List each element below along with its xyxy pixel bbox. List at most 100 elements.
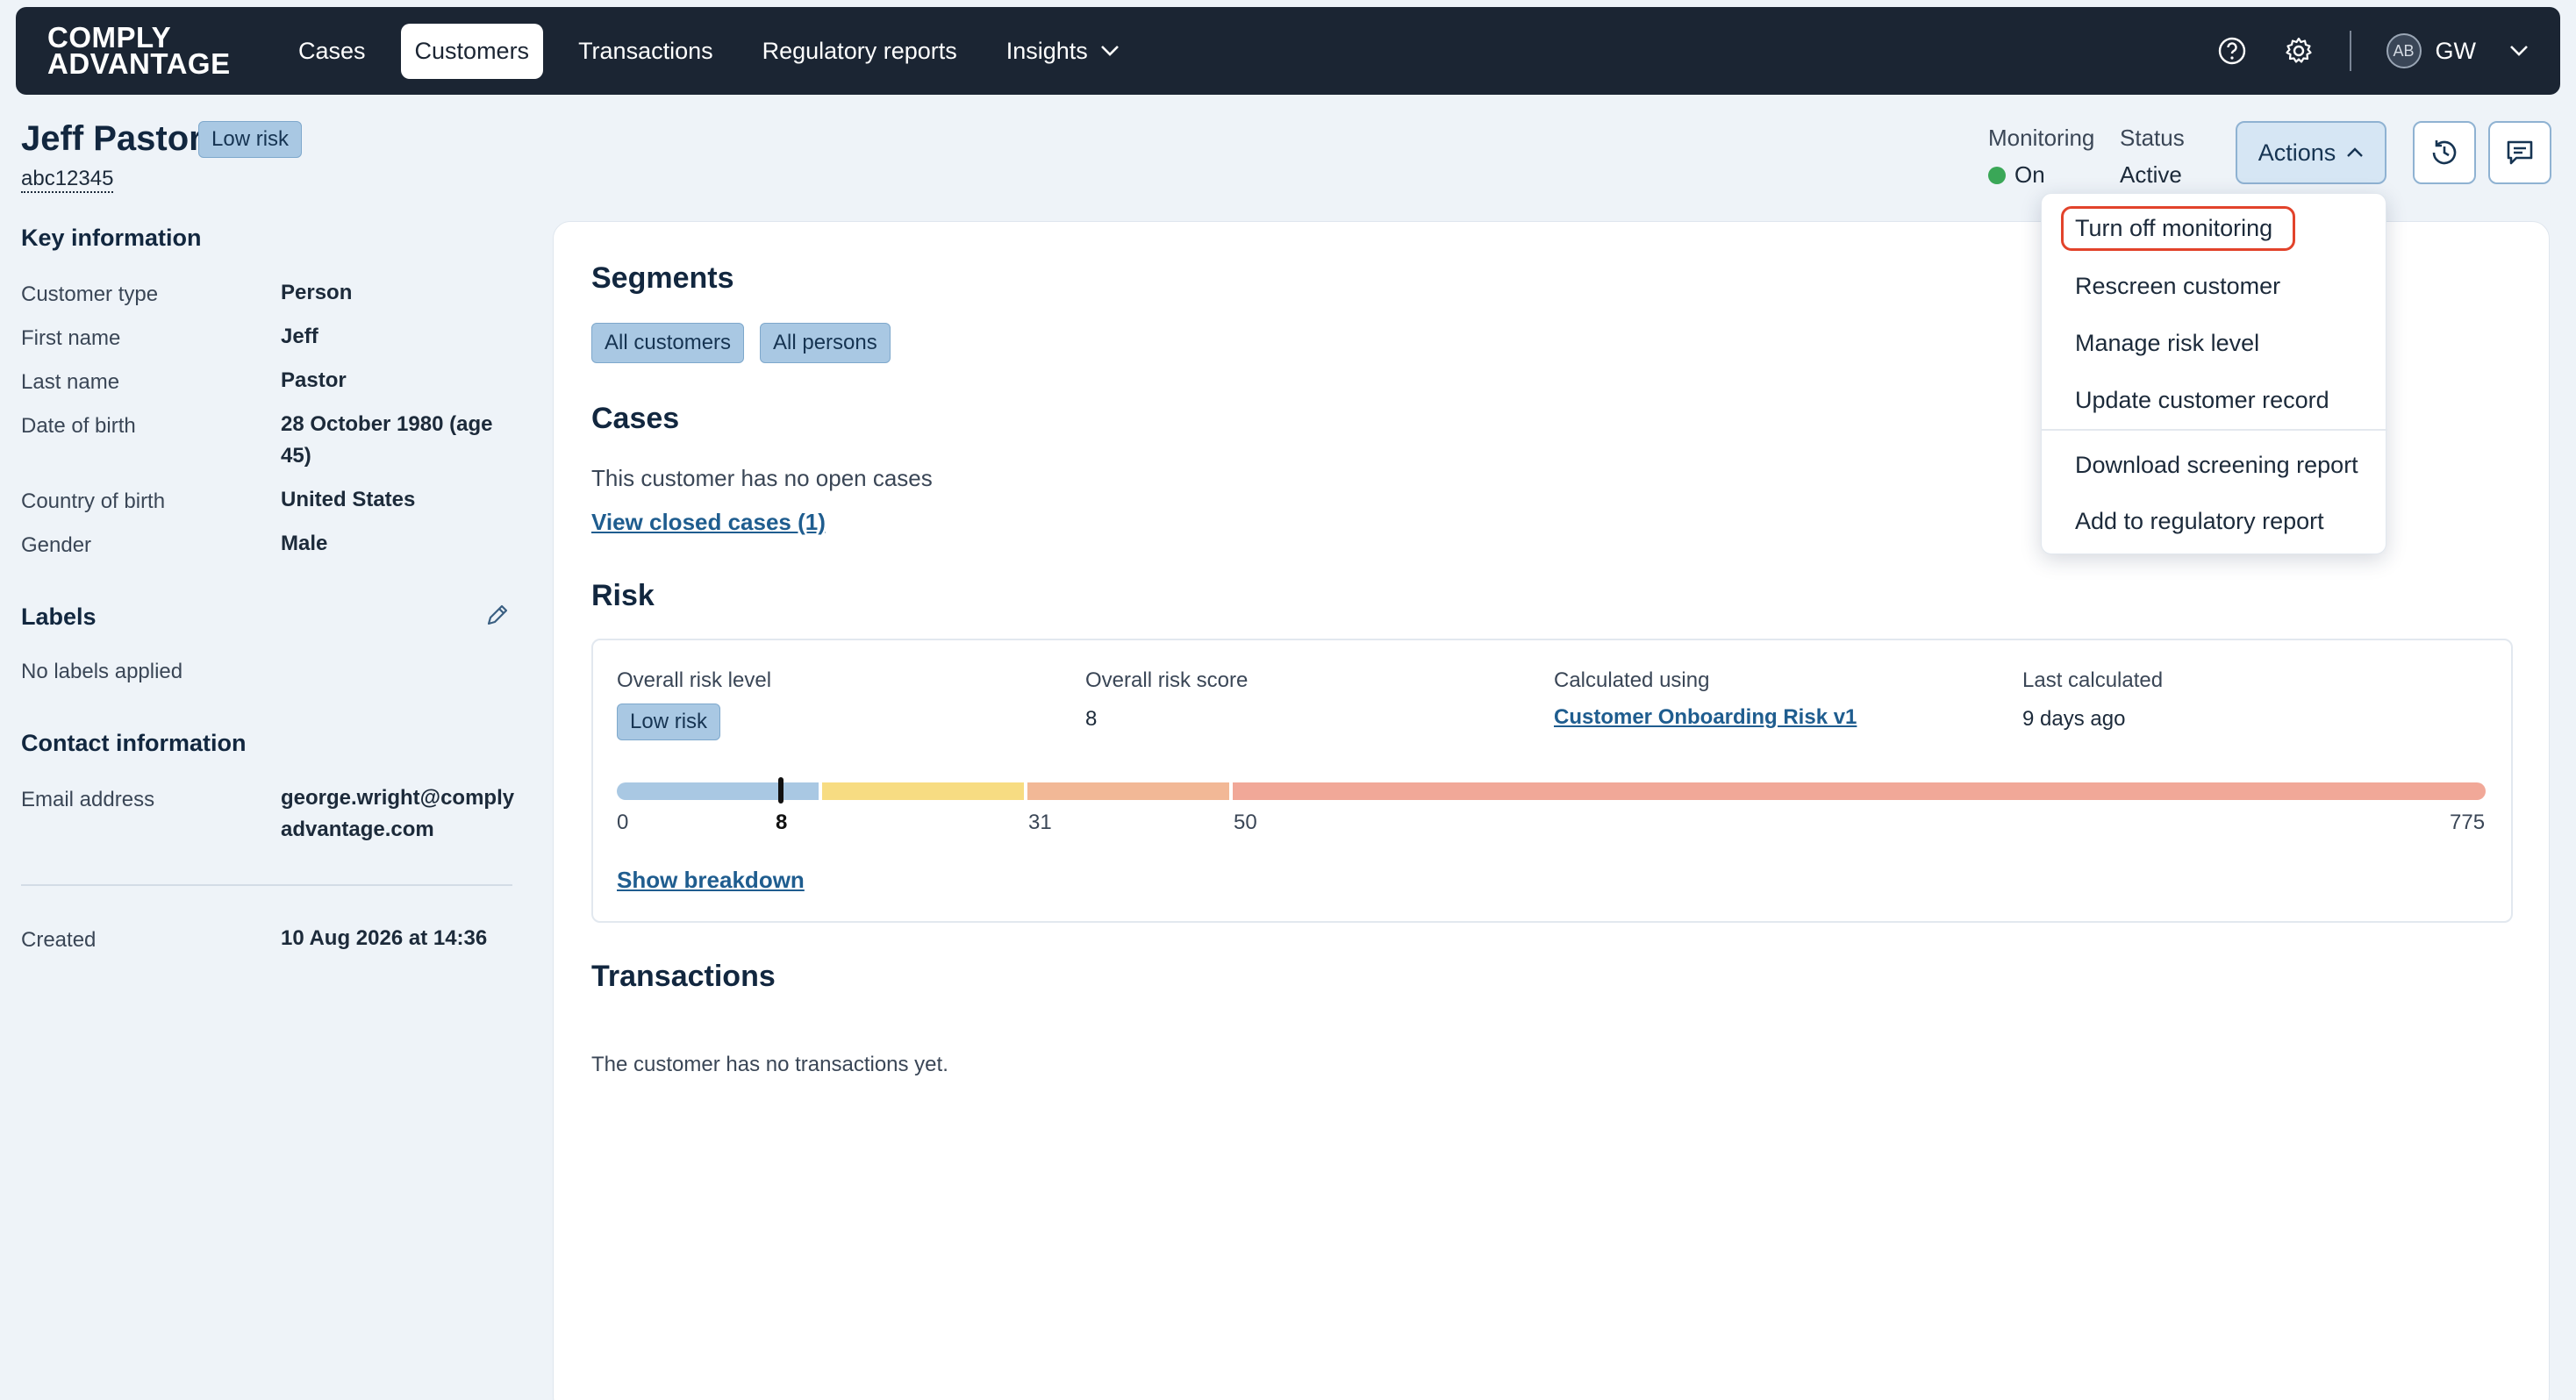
gear-icon[interactable] bbox=[2283, 35, 2315, 67]
history-button[interactable] bbox=[2413, 121, 2476, 184]
overall-risk-level-badge: Low risk bbox=[617, 704, 721, 740]
risk-tick: 50 bbox=[1234, 811, 1257, 834]
actions-button[interactable]: Actions bbox=[2236, 121, 2386, 184]
menu-item-update-customer-record[interactable]: Update customer record bbox=[2061, 378, 2343, 423]
comment-icon bbox=[2507, 140, 2533, 165]
risk-bar-high bbox=[1027, 782, 1229, 800]
risk-panel bbox=[591, 639, 2513, 923]
last-calculated-label: Last calculated bbox=[2022, 668, 2164, 692]
pencil-icon bbox=[487, 604, 508, 625]
nav-item-transactions[interactable]: Transactions bbox=[564, 24, 727, 79]
calculated-using-label: Calculated using bbox=[1554, 668, 1710, 692]
first-name-label: First name bbox=[21, 326, 121, 350]
calculated-using-link[interactable]: Customer Onboarding Risk v1 bbox=[1554, 705, 1857, 730]
nav-item-insights[interactable]: Insights bbox=[992, 24, 1134, 79]
menu-item-manage-risk-level[interactable]: Manage risk level bbox=[2061, 321, 2273, 366]
risk-tick: 31 bbox=[1028, 811, 1052, 834]
history-icon bbox=[2432, 140, 2457, 165]
risk-tick: 775 bbox=[2450, 811, 2486, 834]
edit-labels-button[interactable] bbox=[484, 602, 511, 632]
monitoring-value-text: On bbox=[2014, 161, 2045, 188]
risk-score-marker bbox=[778, 777, 784, 804]
date-of-birth-label: Date of birth bbox=[21, 414, 136, 438]
menu-item-rescreen-customer[interactable]: Rescreen customer bbox=[2061, 264, 2294, 309]
nav-item-label: Insights bbox=[1005, 37, 1088, 64]
overall-risk-score-label: Overall risk score bbox=[1085, 668, 1249, 692]
actions-label: Actions bbox=[2258, 139, 2336, 166]
last-name-value: Pastor bbox=[281, 368, 347, 392]
customer-name: Jeff Pastor bbox=[21, 119, 203, 158]
gender-label: Gender bbox=[21, 533, 92, 557]
created-value: 10 Aug 2026 at 14:36 bbox=[281, 926, 488, 950]
risk-score-bar bbox=[617, 777, 2486, 804]
nav-item-label: Regulatory reports bbox=[762, 37, 957, 64]
customer-type-label: Customer type bbox=[21, 282, 159, 306]
segment-tag[interactable]: All customers bbox=[591, 323, 745, 363]
user-menu[interactable]: AB GW bbox=[2386, 33, 2529, 68]
risk-bar-low bbox=[617, 782, 819, 800]
created-label: Created bbox=[21, 928, 97, 952]
chevron-down-icon bbox=[1100, 46, 1119, 56]
last-name-label: Last name bbox=[21, 370, 120, 394]
divider bbox=[21, 884, 512, 886]
logo-line-2: ADVANTAGE bbox=[47, 47, 231, 80]
menu-item-download-screening-report[interactable]: Download screening report bbox=[2061, 443, 2372, 488]
cases-title: Cases bbox=[591, 402, 680, 435]
labels-title: Labels bbox=[21, 604, 97, 630]
no-transactions-text: The customer has no transactions yet. bbox=[591, 1053, 948, 1076]
nav-items: Cases Customers Transactions Regulatory … bbox=[284, 23, 1134, 79]
risk-tick-score: 8 bbox=[776, 811, 788, 834]
nav-item-label: Cases bbox=[298, 37, 366, 64]
nav-item-label: Transactions bbox=[578, 37, 713, 64]
email-value: george.wright@complyadvantage.com bbox=[281, 786, 515, 841]
nav-divider bbox=[2349, 31, 2351, 71]
nav-right: AB GW bbox=[2216, 31, 2529, 71]
segment-tag[interactable]: All persons bbox=[760, 323, 891, 363]
risk-title: Risk bbox=[591, 579, 655, 612]
nav-item-customers[interactable]: Customers bbox=[400, 23, 544, 79]
risk-bar-medium bbox=[822, 782, 1024, 800]
no-labels-text: No labels applied bbox=[21, 660, 183, 683]
transactions-title: Transactions bbox=[591, 960, 776, 993]
status-label: Status bbox=[2120, 125, 2185, 151]
nav-item-regulatory-reports[interactable]: Regulatory reports bbox=[748, 24, 971, 79]
risk-bar-very-high bbox=[1233, 782, 2486, 800]
status-dot-icon bbox=[1988, 166, 2006, 184]
gender-value: Male bbox=[281, 532, 328, 555]
chevron-up-icon bbox=[2347, 147, 2364, 157]
country-of-birth-value: United States bbox=[281, 488, 416, 511]
status-value: Active bbox=[2120, 161, 2182, 188]
date-of-birth-value: 28 October 1980 (age 45) bbox=[281, 412, 493, 468]
nav-item-label: Customers bbox=[414, 37, 530, 64]
overall-risk-score-value: 8 bbox=[1085, 707, 1098, 731]
actions-menu: Turn off monitoring Rescreen customer Ma… bbox=[2041, 193, 2387, 554]
segments-title: Segments bbox=[591, 261, 734, 295]
show-breakdown-link[interactable]: Show breakdown bbox=[617, 867, 805, 894]
help-icon[interactable] bbox=[2216, 35, 2248, 67]
chevron-down-icon bbox=[2510, 46, 2528, 56]
risk-tick: 0 bbox=[617, 811, 629, 834]
nav-item-cases[interactable]: Cases bbox=[284, 24, 380, 79]
menu-item-turn-off-monitoring[interactable]: Turn off monitoring bbox=[2061, 206, 2296, 251]
avatar: AB bbox=[2386, 33, 2422, 68]
risk-badge: Low risk bbox=[198, 121, 303, 158]
comments-button[interactable] bbox=[2488, 121, 2551, 184]
menu-divider bbox=[2042, 429, 2387, 431]
top-navigation: COMPLY ADVANTAGE Cases Customers Transac… bbox=[16, 7, 2560, 95]
menu-item-add-to-regulatory-report[interactable]: Add to regulatory report bbox=[2061, 499, 2338, 544]
logo[interactable]: COMPLY ADVANTAGE bbox=[47, 23, 267, 80]
customer-type-value: Person bbox=[281, 281, 353, 304]
country-of-birth-label: Country of birth bbox=[21, 489, 166, 513]
view-closed-cases-link[interactable]: View closed cases (1) bbox=[591, 509, 826, 536]
last-calculated-value: 9 days ago bbox=[2022, 707, 2126, 731]
contact-information-title: Contact information bbox=[21, 730, 247, 756]
overall-risk-level-label: Overall risk level bbox=[617, 668, 772, 692]
first-name-value: Jeff bbox=[281, 325, 318, 348]
user-initials: GW bbox=[2435, 37, 2477, 64]
customer-id[interactable]: abc12345 bbox=[21, 167, 114, 193]
monitoring-value: On bbox=[1988, 161, 2045, 189]
key-information-title: Key information bbox=[21, 225, 202, 251]
email-label: Email address bbox=[21, 788, 155, 811]
no-open-cases-text: This customer has no open cases bbox=[591, 465, 933, 491]
monitoring-label: Monitoring bbox=[1988, 125, 2095, 151]
